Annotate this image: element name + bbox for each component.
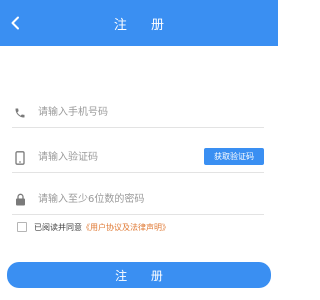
lock-icon <box>12 192 28 208</box>
password-field-row <box>12 185 264 215</box>
register-button[interactable]: 注 册 <box>7 262 271 288</box>
phone-field-row <box>12 98 264 128</box>
agreement-row: 已阅读并同意 《用户协议及法律声明》 <box>17 219 170 235</box>
phone-icon <box>12 105 28 121</box>
password-input[interactable] <box>38 188 264 211</box>
verification-code-input[interactable] <box>38 146 204 169</box>
chevron-left-icon <box>11 16 19 30</box>
agreement-checkbox[interactable] <box>17 222 27 232</box>
get-code-button[interactable]: 获取验证码 <box>204 148 264 165</box>
back-button[interactable] <box>4 12 26 34</box>
phone-input[interactable] <box>38 101 264 124</box>
user-agreement-link[interactable]: 《用户协议及法律声明》 <box>82 222 170 233</box>
code-field-row: 获取验证码 <box>12 143 264 173</box>
register-screen: 注 册 获取验证码 已阅读并同意 《用户协议及 <box>0 0 278 300</box>
top-bar: 注 册 <box>0 0 278 46</box>
agreement-text: 已阅读并同意 <box>34 222 82 232</box>
mobile-device-icon <box>12 150 28 166</box>
page-title: 注 册 <box>113 17 175 33</box>
